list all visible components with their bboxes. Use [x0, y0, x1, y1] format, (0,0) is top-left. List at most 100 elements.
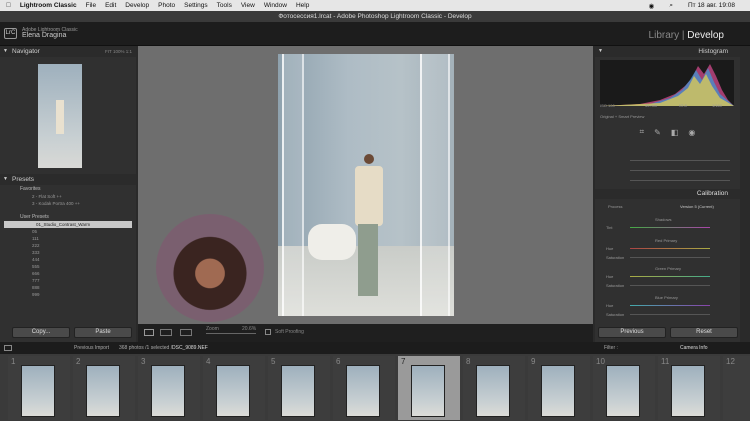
thumbnail [606, 365, 640, 417]
thumbnail [671, 365, 705, 417]
preset-item-selected[interactable]: 01_Studio_Contrast_Warm [4, 221, 132, 228]
grain-slider[interactable] [630, 160, 730, 161]
secondary-window-icon[interactable] [4, 345, 12, 351]
crop-icon[interactable]: ⌗ [640, 127, 645, 137]
preset-item[interactable]: 555 [0, 263, 136, 270]
soft-proof-checkbox[interactable] [265, 329, 271, 335]
frame-number: 4 [206, 357, 211, 366]
menu-help[interactable]: Help [296, 2, 309, 9]
before-after-icon[interactable] [160, 329, 172, 336]
zoom-value: 20.6% [242, 326, 257, 332]
clock[interactable]: Пт 18 авг. 19:08 [688, 2, 735, 9]
thumbnail [411, 365, 445, 417]
menu-tools[interactable]: Tools [217, 2, 232, 9]
source-label[interactable]: Previous Import [74, 342, 109, 354]
film-frame[interactable]: 3 [138, 356, 200, 420]
film-frame[interactable]: 4 [203, 356, 265, 420]
preset-item[interactable]: 3 - Kodak Portra 400 ++ [0, 200, 136, 207]
preset-item[interactable]: 05 [0, 228, 136, 235]
search-icon[interactable]: ⌕ [669, 2, 673, 10]
loupe-view-icon[interactable] [144, 329, 154, 336]
navigator-zoom-options[interactable]: FIT 100% 1:1 [105, 46, 132, 57]
compare-icon[interactable] [180, 329, 192, 336]
navigator-preview[interactable] [38, 64, 82, 168]
module-develop[interactable]: Develop [687, 30, 724, 41]
heal-icon[interactable]: ✎ [654, 128, 661, 137]
presets-header[interactable]: Presets [0, 174, 136, 185]
shadows-tint-slider[interactable] [630, 227, 710, 228]
main-photo[interactable] [278, 54, 454, 316]
process-dropdown[interactable]: Version 5 (Current) [680, 204, 714, 209]
film-frame[interactable]: 9 [528, 356, 590, 420]
blue-primary-label: Blue Primary [655, 295, 678, 300]
preset-item[interactable]: 444 [0, 256, 136, 263]
green-hue-slider[interactable] [630, 276, 710, 277]
red-hue-slider[interactable] [630, 248, 710, 249]
histogram-iso: ISO 100 [600, 103, 615, 108]
menu-file[interactable]: File [86, 2, 96, 9]
film-frame[interactable]: 2 [73, 356, 135, 420]
paste-button[interactable]: Paste [74, 327, 132, 338]
tool-strip: ⌗ ✎ ◧ ◉ [595, 124, 740, 140]
user-presets-group[interactable]: User Presets [0, 213, 136, 221]
preset-item[interactable]: 2 - Flat Soft ++ [0, 193, 136, 200]
redeye-icon[interactable]: ◉ [688, 128, 695, 137]
preset-item[interactable]: 111 [0, 235, 136, 242]
menu-settings[interactable]: Settings [184, 2, 208, 9]
reset-button[interactable]: Reset [670, 327, 738, 338]
green-sat-label: Saturation [606, 283, 625, 288]
previous-button[interactable]: Previous [598, 327, 666, 338]
mask-icon[interactable]: ◧ [671, 128, 679, 137]
preset-item[interactable]: 777 [0, 277, 136, 284]
preset-item[interactable]: 333 [0, 249, 136, 256]
mac-menubar:  Lightroom Classic File Edit Develop Ph… [0, 0, 750, 11]
menu-develop[interactable]: Develop [125, 2, 149, 9]
zoom-1-1[interactable]: 1:1 [126, 49, 132, 54]
blue-hue-slider[interactable] [630, 305, 710, 306]
filter-dropdown[interactable]: Camera Info [680, 342, 708, 354]
film-frame[interactable]: 5 [268, 356, 330, 420]
menu-window[interactable]: Window [264, 2, 287, 9]
menu-edit[interactable]: Edit [105, 2, 116, 9]
film-frame[interactable]: 8 [463, 356, 525, 420]
grain-slider[interactable] [630, 180, 730, 181]
favorites-group[interactable]: Favorites [0, 185, 136, 193]
zoom-100[interactable]: 100% [113, 49, 125, 54]
film-frame-selected[interactable]: 7 [398, 356, 460, 420]
film-frame[interactable]: 6 [333, 356, 395, 420]
film-frame[interactable]: 12 [723, 356, 750, 420]
frame-number: 9 [531, 357, 536, 366]
histogram-graph [600, 64, 734, 106]
wifi-icon[interactable]: ◉ [649, 2, 655, 10]
navigator-title: Navigator [12, 48, 40, 55]
menu-app[interactable]: Lightroom Classic [20, 2, 77, 9]
navigator-header[interactable]: Navigator FIT 100% 1:1 [0, 46, 136, 57]
histogram-focal: 35 mm [645, 103, 658, 108]
preset-item[interactable]: 666 [0, 270, 136, 277]
film-frame[interactable]: 1 [8, 356, 70, 420]
preset-item[interactable]: 888 [0, 284, 136, 291]
apple-icon[interactable]:  [6, 2, 11, 9]
menu-photo[interactable]: Photo [158, 2, 175, 9]
histogram-header[interactable]: Histogram [595, 46, 740, 57]
user-name: Elena Dragina [22, 32, 67, 39]
preset-item[interactable]: 999 [0, 291, 136, 298]
calibration-header[interactable]: Calibration [595, 189, 740, 199]
grain-slider[interactable] [630, 170, 730, 171]
zoom-fit[interactable]: FIT [105, 49, 112, 54]
histogram[interactable] [600, 60, 734, 106]
film-frame[interactable]: 11 [658, 356, 720, 420]
green-sat-slider[interactable] [630, 285, 710, 286]
menu-view[interactable]: View [241, 2, 255, 9]
module-library[interactable]: Library [649, 30, 680, 41]
webcam-overlay [156, 214, 264, 322]
module-separator: | [681, 30, 685, 41]
frame-number: 12 [726, 357, 735, 366]
copy-button[interactable]: Copy... [12, 327, 70, 338]
preset-item[interactable]: 222 [0, 242, 136, 249]
film-frame[interactable]: 10 [593, 356, 655, 420]
zoom-slider[interactable] [206, 333, 256, 334]
red-sat-slider[interactable] [630, 257, 710, 258]
blue-sat-slider[interactable] [630, 314, 710, 315]
lrc-logo: LrC [4, 28, 17, 39]
